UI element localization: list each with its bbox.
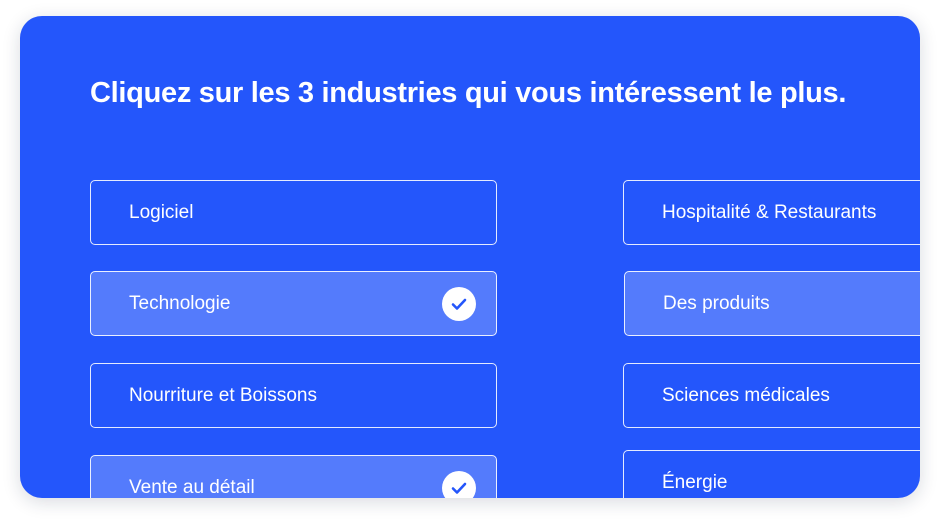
option-technologie[interactable]: Technologie <box>90 271 497 336</box>
option-label: Sciences médicales <box>662 384 830 406</box>
option-des-produits[interactable]: Des produits <box>624 271 920 336</box>
check-icon <box>442 470 476 498</box>
option-sciences-medicales[interactable]: Sciences médicales <box>623 363 920 428</box>
option-label: Hospitalité & Restaurants <box>662 201 877 223</box>
option-label: Vente au détail <box>129 476 255 498</box>
option-energie[interactable]: Énergie <box>623 450 920 498</box>
check-icon <box>442 286 476 321</box>
option-nourriture-et-boissons[interactable]: Nourriture et Boissons <box>90 363 497 428</box>
option-label: Énergie <box>662 471 728 493</box>
option-label: Nourriture et Boissons <box>129 384 317 406</box>
option-vente-au-detail[interactable]: Vente au détail <box>90 455 497 498</box>
option-label: Des produits <box>663 292 770 314</box>
industry-picker-card: Cliquez sur les 3 industries qui vous in… <box>20 16 920 498</box>
option-label: Logiciel <box>129 201 194 223</box>
page-title: Cliquez sur les 3 industries qui vous in… <box>90 77 847 109</box>
option-hospitalite-restaurants[interactable]: Hospitalité & Restaurants <box>623 180 920 245</box>
option-label: Technologie <box>129 292 231 314</box>
option-logiciel[interactable]: Logiciel <box>90 180 497 245</box>
